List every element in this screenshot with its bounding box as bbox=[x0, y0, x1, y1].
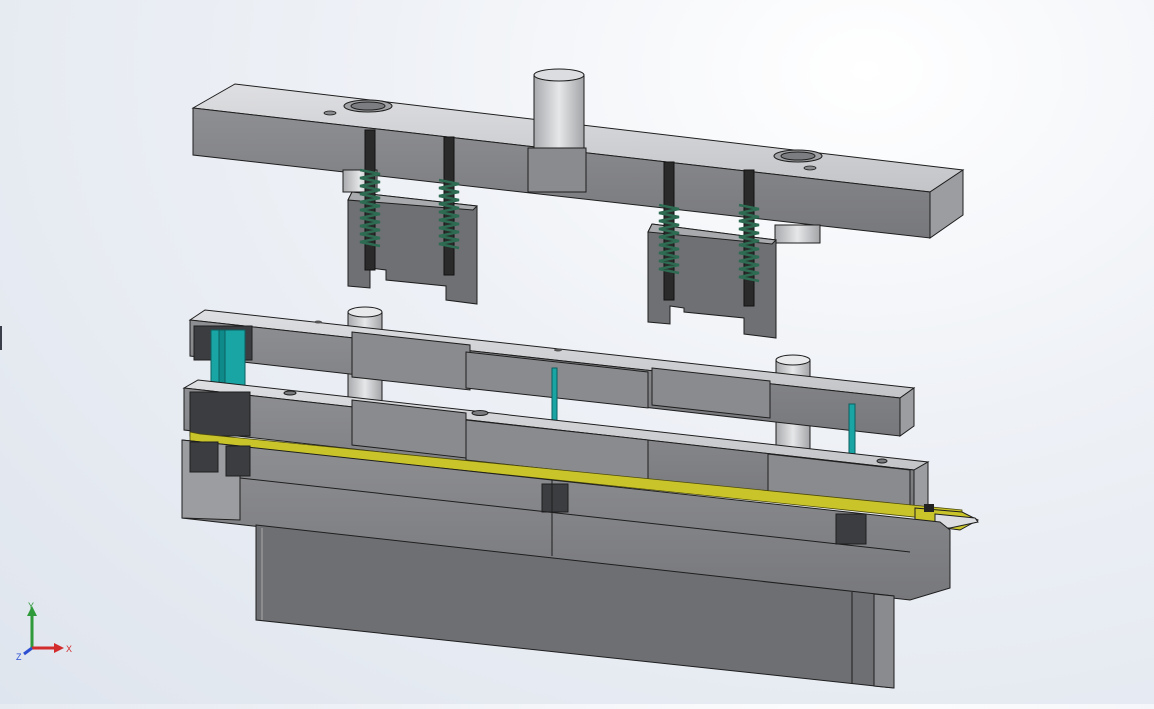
3d-viewport[interactable]: Y X Z bbox=[0, 0, 1154, 704]
x-axis-label: X bbox=[66, 644, 72, 654]
y-axis-label: Y bbox=[28, 601, 34, 611]
coordinate-triad[interactable]: Y X Z bbox=[10, 600, 80, 664]
shank bbox=[527, 68, 587, 193]
die-assembly-model bbox=[181, 68, 980, 689]
viewport-edge-marker bbox=[0, 326, 2, 350]
z-axis-arrow bbox=[23, 646, 33, 656]
upper-punch-holder bbox=[191, 68, 965, 244]
z-axis-label: Z bbox=[16, 652, 22, 662]
x-arrow-head bbox=[54, 643, 64, 653]
